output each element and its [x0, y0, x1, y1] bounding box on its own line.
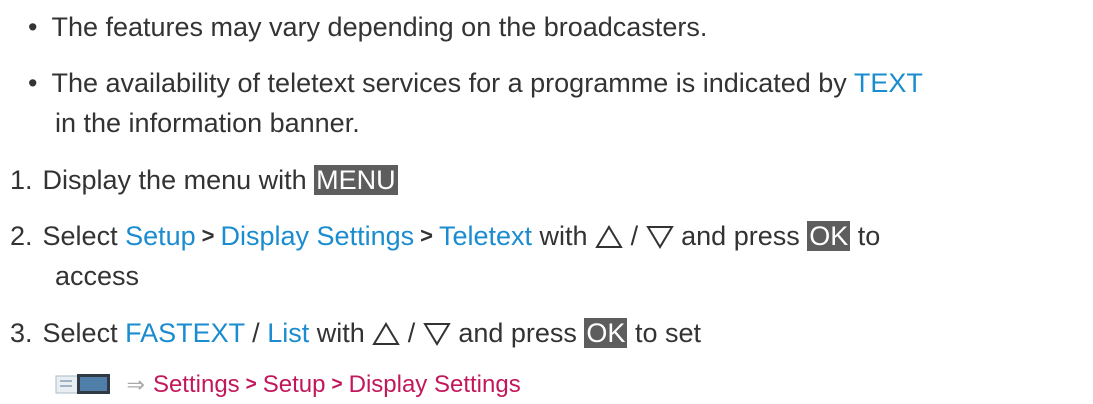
bullet-item-1: • The features may vary depending on the …: [28, 10, 707, 44]
option-list: List: [267, 318, 310, 348]
breadcrumb-item-display-settings[interactable]: Display Settings: [349, 371, 521, 398]
bullet-text: The availability of teletext services fo…: [51, 68, 854, 98]
slash: /: [407, 318, 416, 348]
step-text: Display the menu with: [42, 165, 315, 195]
step-text: Select: [42, 318, 118, 348]
step-3: 3. Select FASTEXT / List with / and press…: [10, 316, 701, 350]
menu-screen-icon: [55, 374, 110, 394]
menu-path-teletext: Teletext: [438, 221, 533, 251]
bullet-item-2-continuation: in the information banner.: [55, 108, 360, 138]
menu-path-display-settings: Display Settings: [220, 221, 415, 251]
menu-path-setup: Setup: [125, 221, 196, 251]
path-separator: >: [201, 223, 215, 248]
option-fastext: FASTEXT: [125, 318, 245, 348]
breadcrumb-separator: >: [331, 374, 343, 395]
step-text: to: [857, 221, 881, 251]
slash: /: [252, 318, 260, 348]
step-number: 3.: [10, 318, 33, 348]
step-text: with: [316, 318, 365, 348]
step-text: and press: [681, 221, 800, 251]
step-text: Select: [42, 221, 118, 251]
up-triangle-icon: [595, 225, 623, 248]
breadcrumb: ⇒ Settings > Setup > Display Settings: [55, 366, 521, 404]
breadcrumb-item-setup[interactable]: Setup: [263, 371, 326, 398]
breadcrumb-separator: >: [245, 374, 257, 395]
menu-key: MENU: [314, 165, 398, 195]
arrow-icon: ⇒: [126, 372, 145, 397]
down-triangle-icon: [645, 226, 674, 249]
step-2-continuation: access: [55, 261, 140, 291]
step-text: and press: [458, 318, 577, 348]
bullet-text: The features may vary depending on the b…: [51, 12, 708, 42]
step-number: 2.: [10, 221, 33, 251]
step-number: 1.: [10, 165, 33, 195]
bullet-marker: •: [28, 68, 38, 98]
path-separator: >: [420, 223, 433, 248]
ok-key: OK: [584, 318, 628, 348]
step-text: to set: [634, 318, 701, 348]
breadcrumb-item-settings[interactable]: Settings: [153, 371, 240, 398]
ok-key: OK: [807, 221, 851, 251]
up-triangle-icon: [372, 322, 401, 345]
bullet-marker: •: [28, 12, 38, 42]
slash: /: [630, 221, 639, 251]
bullet-item-2: • The availability of teletext services f…: [28, 66, 923, 100]
down-triangle-icon: [423, 323, 451, 346]
text-keyword: TEXT: [853, 68, 923, 98]
step-2: 2. Select Setup > Display Settings > Teletext…: [10, 219, 880, 255]
step-text: with: [539, 221, 588, 251]
step-1: 1. Display the menu with MENU: [10, 163, 398, 197]
